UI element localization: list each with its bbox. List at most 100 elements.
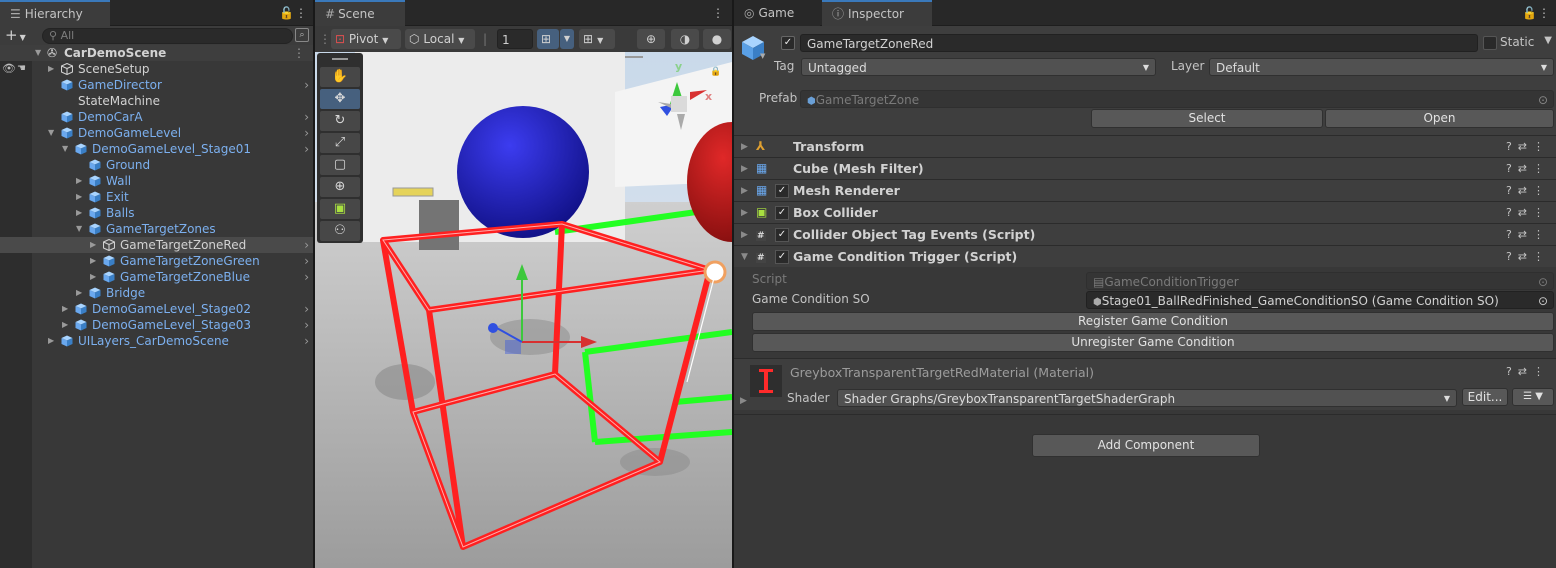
hierarchy-item[interactable]: ▶ UILayers_CarDemoScene › bbox=[0, 333, 313, 349]
chevron-right-icon[interactable]: › bbox=[304, 77, 309, 93]
expand-arrow-icon[interactable]: ▶ bbox=[741, 180, 748, 202]
help-icon[interactable]: ? bbox=[1506, 365, 1518, 378]
visibility-eye-icon[interactable]: 👁 bbox=[2, 61, 16, 77]
hierarchy-item[interactable]: ▼ DemoGameLevel › bbox=[0, 125, 313, 141]
hierarchy-item[interactable]: ▶ Balls bbox=[0, 205, 313, 221]
active-checkbox[interactable]: ✓ bbox=[781, 36, 795, 50]
hierarchy-item[interactable]: ▶ DemoGameLevel_Stage02 › bbox=[0, 301, 313, 317]
rotate-tool-icon[interactable]: ↻ bbox=[320, 111, 360, 131]
overlay-menu-icon[interactable] bbox=[625, 56, 643, 58]
kebab-menu-icon[interactable]: ⋮ bbox=[295, 0, 307, 26]
kebab-menu-icon[interactable]: ⋮ bbox=[293, 45, 305, 61]
hierarchy-item[interactable]: ▶ GameTargetZoneGreen › bbox=[0, 253, 313, 269]
component-header[interactable]: ▶ ▣ ✓ Box Collider ?⇄⋮ bbox=[734, 201, 1556, 223]
component-header-icons[interactable]: ?⇄⋮ bbox=[1506, 180, 1550, 202]
kebab-menu-icon[interactable]: ⋮ bbox=[1538, 0, 1550, 26]
increment-snap-icon[interactable]: ⊞ ▼ bbox=[579, 29, 615, 49]
transform-tool-icon[interactable]: ⊕ bbox=[320, 177, 360, 197]
preset-icon[interactable]: ⇄ bbox=[1518, 184, 1533, 197]
z-axis-arrow[interactable] bbox=[488, 323, 498, 333]
hierarchy-item[interactable]: ▶ GameTargetZoneRed › bbox=[0, 237, 313, 253]
chevron-down-icon[interactable]: ▼ bbox=[1544, 35, 1552, 46]
material-header-icons[interactable]: ?⇄⋮ bbox=[1506, 365, 1550, 378]
space-dropdown[interactable]: ⬡ Local ▼ bbox=[405, 29, 475, 49]
expand-arrow-icon[interactable]: ▶ bbox=[48, 333, 58, 349]
chevron-right-icon[interactable]: › bbox=[304, 317, 309, 333]
component-enabled-checkbox[interactable]: ✓ bbox=[775, 250, 789, 264]
kebab-menu-icon[interactable]: ⋮ bbox=[1533, 228, 1550, 241]
expand-arrow-icon[interactable]: ▶ bbox=[76, 189, 86, 205]
expand-arrow-icon[interactable]: ▶ bbox=[76, 205, 86, 221]
hierarchy-item[interactable]: Ground bbox=[0, 157, 313, 173]
tab-scene[interactable]: # Scene bbox=[315, 0, 405, 26]
kebab-menu-icon[interactable]: ⋮ bbox=[712, 0, 724, 26]
expand-arrow-icon[interactable]: ▶ bbox=[48, 61, 58, 77]
hierarchy-item[interactable]: ▶ DemoGameLevel_Stage03 › bbox=[0, 317, 313, 333]
shader-dropdown[interactable]: Shader Graphs/GreyboxTransparentTargetSh… bbox=[837, 389, 1457, 407]
hierarchy-item[interactable]: 👁 ☚ ▶ SceneSetup bbox=[0, 61, 313, 77]
component-enabled-checkbox[interactable]: ✓ bbox=[775, 228, 789, 242]
unregister-condition-button[interactable]: Unregister Game Condition bbox=[752, 333, 1554, 352]
component-header[interactable]: ▶ ▦ ✓ Mesh Renderer ?⇄⋮ bbox=[734, 179, 1556, 201]
component-header[interactable]: ▼ # ✓ Game Condition Trigger (Script) ?⇄⋮ bbox=[734, 245, 1556, 267]
hierarchy-item[interactable]: ▶ Exit bbox=[0, 189, 313, 205]
chevron-right-icon[interactable]: › bbox=[304, 333, 309, 349]
expand-arrow-icon[interactable]: ▶ bbox=[76, 285, 86, 301]
lock-icon[interactable]: 🔒 bbox=[710, 66, 721, 77]
scene-viewport[interactable]: y x 🔒 bbox=[315, 52, 732, 568]
object-picker-icon[interactable]: ⊙ bbox=[1538, 91, 1548, 107]
collapse-arrow-icon[interactable]: ▼ bbox=[62, 141, 72, 157]
grid-size-input[interactable]: 1 bbox=[497, 29, 533, 49]
expand-arrow-icon[interactable]: ▶ bbox=[90, 237, 100, 253]
icon-dropdown-arrow[interactable]: ▼ bbox=[760, 52, 765, 60]
chevron-right-icon[interactable]: › bbox=[304, 141, 309, 157]
add-component-button[interactable]: Add Component bbox=[1032, 434, 1260, 457]
expand-arrow-icon[interactable]: ▶ bbox=[90, 253, 100, 269]
add-button[interactable]: + ▼ bbox=[5, 26, 26, 47]
hierarchy-item[interactable]: ▼ GameTargetZones bbox=[0, 221, 313, 237]
component-header-icons[interactable]: ?⇄⋮ bbox=[1506, 224, 1550, 246]
preset-icon[interactable]: ⇄ bbox=[1518, 162, 1533, 175]
help-icon[interactable]: ? bbox=[1506, 228, 1518, 241]
component-header-icons[interactable]: ?⇄⋮ bbox=[1506, 246, 1550, 268]
expand-arrow-icon[interactable]: ▶ bbox=[741, 224, 748, 246]
shader-options-button[interactable]: ☰ ▼ bbox=[1512, 388, 1554, 406]
object-picker-icon[interactable]: ⊙ bbox=[1534, 292, 1548, 308]
edit-shader-button[interactable]: Edit... bbox=[1462, 388, 1508, 406]
hierarchy-item[interactable]: GameDirector › bbox=[0, 77, 313, 93]
expand-arrow-icon[interactable]: ▶ bbox=[76, 173, 86, 189]
lighting-sphere-icon[interactable]: ◑ bbox=[671, 29, 699, 49]
help-icon[interactable]: ? bbox=[1506, 206, 1518, 219]
expand-arrow-icon[interactable]: ▶ bbox=[741, 158, 748, 180]
grid-snap-icon[interactable]: ⊞ bbox=[537, 29, 559, 49]
rect-tool-icon[interactable]: ▢ bbox=[320, 155, 360, 175]
component-header[interactable]: ▶ ▦ Cube (Mesh Filter) ?⇄⋮ bbox=[734, 157, 1556, 179]
preset-icon[interactable]: ⇄ bbox=[1518, 365, 1533, 378]
component-header-icons[interactable]: ?⇄⋮ bbox=[1506, 202, 1550, 224]
static-checkbox[interactable] bbox=[1483, 36, 1497, 50]
hierarchy-item[interactable]: ▼ DemoGameLevel_Stage01 › bbox=[0, 141, 313, 157]
tab-hierarchy[interactable]: ☰ Hierarchy bbox=[0, 0, 110, 26]
component-header[interactable]: ▶ # ✓ Collider Object Tag Events (Script) ?⇄… bbox=[734, 223, 1556, 245]
component-header-icons[interactable]: ?⇄⋮ bbox=[1506, 158, 1550, 180]
chevron-right-icon[interactable]: › bbox=[304, 125, 309, 141]
search-filter-icon[interactable]: ⌕ bbox=[295, 28, 309, 42]
kebab-menu-icon[interactable]: ⋮ bbox=[1533, 250, 1550, 263]
object-name-field[interactable]: GameTargetZoneRed bbox=[800, 34, 1478, 52]
component-header-icons[interactable]: ?⇄⋮ bbox=[1506, 136, 1550, 158]
preset-icon[interactable]: ⇄ bbox=[1518, 206, 1533, 219]
expand-arrow-icon[interactable]: ▶ bbox=[62, 301, 72, 317]
help-icon[interactable]: ? bbox=[1506, 140, 1518, 153]
hierarchy-item[interactable]: ▶ GameTargetZoneBlue › bbox=[0, 269, 313, 285]
component-header[interactable]: ▶ ⅄ Transform ?⇄⋮ bbox=[734, 135, 1556, 157]
hand-tool-icon[interactable]: ✋ bbox=[320, 67, 360, 87]
move-tool-icon[interactable]: ✥ bbox=[320, 89, 360, 109]
game-condition-field[interactable]: ⬢Stage01_BallRedFinished_GameConditionSO… bbox=[1086, 291, 1554, 309]
chevron-right-icon[interactable]: › bbox=[304, 237, 309, 253]
pivot-dropdown[interactable]: ⊡ Pivot ▼ bbox=[331, 29, 401, 49]
pickable-hand-icon[interactable]: ☚ bbox=[17, 61, 26, 77]
layer-dropdown[interactable]: Default ▼ bbox=[1209, 58, 1554, 76]
expand-arrow-icon[interactable]: ▶ bbox=[90, 269, 100, 285]
palette-grip-icon[interactable] bbox=[332, 58, 348, 60]
component-enabled-checkbox[interactable]: ✓ bbox=[775, 184, 789, 198]
